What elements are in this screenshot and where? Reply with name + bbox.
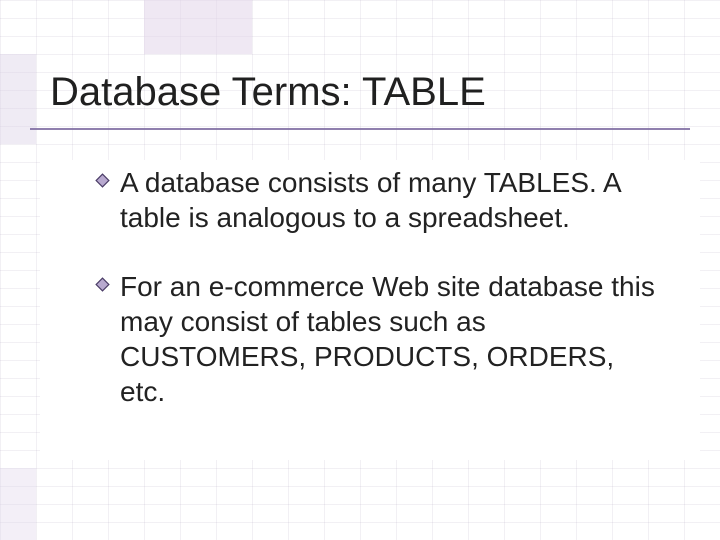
list-item: For an e-commerce Web site database this… [95, 269, 665, 409]
list-item: A database consists of many TABLES. A ta… [95, 165, 665, 235]
decor-block-left [0, 54, 36, 144]
slide: Database Terms: TABLE A database consist… [0, 0, 720, 540]
diamond-bullet-icon [95, 277, 110, 292]
title-underline [30, 128, 690, 130]
decor-block-top [144, 0, 252, 54]
slide-title: Database Terms: TABLE [50, 70, 486, 115]
diamond-bullet-icon [95, 173, 110, 188]
bullet-text: For an e-commerce Web site database this… [120, 269, 665, 409]
decor-block-bottom [0, 468, 36, 540]
slide-body: A database consists of many TABLES. A ta… [95, 165, 665, 443]
bullet-text: A database consists of many TABLES. A ta… [120, 165, 665, 235]
